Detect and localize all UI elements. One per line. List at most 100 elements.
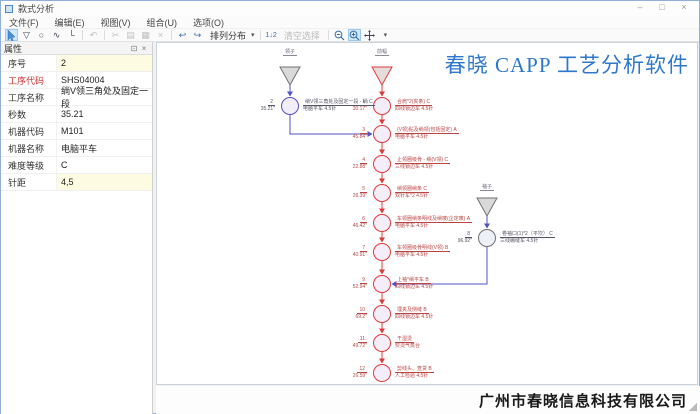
- property-label: 工序代码: [1, 74, 56, 87]
- rotate-left-button[interactable]: ↩: [176, 29, 189, 41]
- connector-tool-button[interactable]: └: [65, 29, 78, 41]
- clear-selection-button[interactable]: 清空选择: [280, 29, 324, 41]
- node-description: 干湿烫熨烫气蒸台: [395, 336, 525, 349]
- paste-button[interactable]: ▦: [139, 29, 152, 41]
- node-number-time: 1069.2″: [321, 307, 367, 320]
- node-number-time: 952.94″: [321, 277, 367, 290]
- undo-icon: ↶: [90, 30, 98, 41]
- pan-button[interactable]: [363, 29, 376, 41]
- app-icon: [5, 5, 13, 13]
- node-description: 剪线头、查货 B人工检验 4.5针: [395, 366, 525, 379]
- property-row-6: 难度等级C: [1, 157, 152, 174]
- property-label: 秒数: [1, 108, 56, 121]
- zoom-out-button[interactable]: [333, 29, 346, 41]
- connector-icon: └: [68, 30, 74, 40]
- rotate-left-icon: ↩: [179, 30, 187, 41]
- company-name: 广州市春晓信息科技有限公司: [479, 390, 687, 411]
- title-bar: 款式分析 – □ ×: [1, 1, 699, 16]
- toolbar: ▽ ○ ∿ └ ↶ ✂ ▤ ▦ × ↩ ↪ 排列分布 ▾ 1↓2 清空选择 ▾: [1, 29, 699, 42]
- process-node-5[interactable]: [373, 184, 391, 202]
- node-number-time: 1149.72″: [321, 336, 367, 349]
- process-node-12[interactable]: [373, 364, 391, 382]
- zoom-in-icon: [349, 30, 360, 41]
- pointer-tool-button[interactable]: [5, 29, 18, 41]
- chevron-down-icon: ▾: [251, 31, 255, 39]
- node-description: 车领圈绱条明线及绱唛(企定唛) A电脑平车 4.5针: [395, 216, 525, 229]
- toolbar-overflow-button[interactable]: ▾: [378, 29, 391, 41]
- resize-grip[interactable]: [689, 403, 697, 411]
- process-node-11[interactable]: [373, 334, 391, 352]
- process-node-9[interactable]: [373, 275, 391, 293]
- property-value[interactable]: 35.21: [56, 106, 152, 122]
- process-node-7[interactable]: [373, 243, 391, 261]
- rotate-right-button[interactable]: ↪: [191, 29, 204, 41]
- process-node-8[interactable]: [478, 229, 496, 247]
- triangle-icon: ▽: [23, 30, 30, 41]
- node-number-time: 345.84″: [321, 127, 367, 140]
- property-row-4: 机器代码M101: [1, 123, 152, 140]
- property-row-2: 工序名称绱V领三角处及固定一段: [1, 89, 152, 106]
- menu-bar: 文件(F)编辑(E)视图(V)组合(U)选项(O): [1, 16, 699, 29]
- clear-selection-label: 清空选择: [281, 29, 323, 42]
- delete-icon: ×: [158, 30, 163, 40]
- process-node-3[interactable]: [373, 125, 391, 143]
- menu-item-3[interactable]: 组合(U): [139, 16, 186, 29]
- property-value[interactable]: 4,5: [56, 174, 152, 190]
- property-row-0: 序号2: [1, 55, 152, 72]
- menu-item-4[interactable]: 选项(O): [185, 16, 232, 29]
- process-node-4[interactable]: [373, 155, 391, 173]
- renumber-icon: 1↓2: [266, 32, 277, 39]
- node-number-time: 1226.59″: [321, 366, 367, 379]
- node-description: 埋夹及侧缝 B四线锁边车 4.5针: [395, 307, 525, 320]
- node-description: 止领圈级骨 - 绱(V领) C三线锁边车 4.5针: [395, 157, 525, 170]
- minimize-button[interactable]: –: [629, 2, 651, 12]
- status-bar: 广州市春晓信息科技有限公司: [156, 386, 700, 414]
- menu-item-2[interactable]: 视图(V): [93, 16, 139, 29]
- copy-button[interactable]: ▤: [124, 29, 137, 41]
- app-watermark-title: 春晓 CAPP 工艺分析软件: [445, 49, 689, 79]
- undo-button[interactable]: ↶: [87, 29, 100, 41]
- node-number-time: 896.92″: [426, 231, 472, 244]
- curve-icon: ∿: [53, 30, 61, 41]
- circle-tool-button[interactable]: ○: [35, 29, 48, 41]
- process-node-10[interactable]: [373, 305, 391, 323]
- close-button[interactable]: ×: [673, 2, 695, 12]
- circle-icon: ○: [39, 30, 44, 40]
- node-description: 车领圈级骨明线(V领) B电脑平车 4.5针: [395, 245, 525, 258]
- triangle-tool-button[interactable]: ▽: [20, 29, 33, 41]
- window-title: 款式分析: [18, 2, 54, 15]
- overflow-icon: ▾: [384, 31, 388, 39]
- property-value[interactable]: C: [56, 157, 152, 173]
- node-number-time: 740.91″: [321, 245, 367, 258]
- properties-panel-title: 属性: [4, 42, 129, 55]
- process-node-6[interactable]: [373, 214, 391, 232]
- source-label-left: 领子: [270, 49, 310, 55]
- property-label: 针距: [1, 176, 56, 189]
- properties-rows: 序号2工序代码SHS04004工序名称绱V领三角处及固定一段秒数35.21机器代…: [1, 55, 152, 191]
- property-value[interactable]: M101: [56, 123, 152, 139]
- process-node-2[interactable]: [281, 97, 299, 115]
- scissors-icon: ✂: [112, 30, 120, 41]
- pan-icon: [364, 30, 375, 41]
- property-label: 机器名称: [1, 142, 56, 155]
- node-description: 卷袖口(1)*2（平坎） C三线绷缝车 4.5针: [500, 231, 630, 244]
- copy-icon: ▤: [126, 30, 135, 41]
- cut-button[interactable]: ✂: [109, 29, 122, 41]
- menu-item-1[interactable]: 编辑(E): [47, 16, 93, 29]
- property-value[interactable]: 绱V领三角处及固定一段: [56, 89, 152, 105]
- arrange-distribute-button[interactable]: 排列分布 ▾: [206, 29, 256, 41]
- panel-close-icon[interactable]: ×: [139, 44, 149, 53]
- delete-button[interactable]: ×: [154, 29, 167, 41]
- property-value[interactable]: 电脑平车: [56, 140, 152, 156]
- renumber-button[interactable]: 1↓2: [265, 29, 278, 41]
- property-row-7: 针距4,5: [1, 174, 152, 191]
- diagram-canvas[interactable]: 春晓 CAPP 工艺分析软件 领子前幅袖子130.17″合肩*2(夹条) C四线…: [156, 42, 698, 385]
- node-description: 绱V领三角处及固定一段 - 绱 C电脑平车 4.5针: [303, 99, 433, 112]
- curve-tool-button[interactable]: ∿: [50, 29, 63, 41]
- node-description: 绱领圈绱条 C双针车*2 4.5针: [395, 186, 525, 199]
- maximize-button[interactable]: □: [651, 2, 673, 12]
- zoom-in-button[interactable]: [348, 29, 361, 41]
- menu-item-0[interactable]: 文件(F): [1, 16, 47, 29]
- pin-icon[interactable]: ⊡: [129, 44, 139, 53]
- property-value[interactable]: 2: [56, 55, 152, 71]
